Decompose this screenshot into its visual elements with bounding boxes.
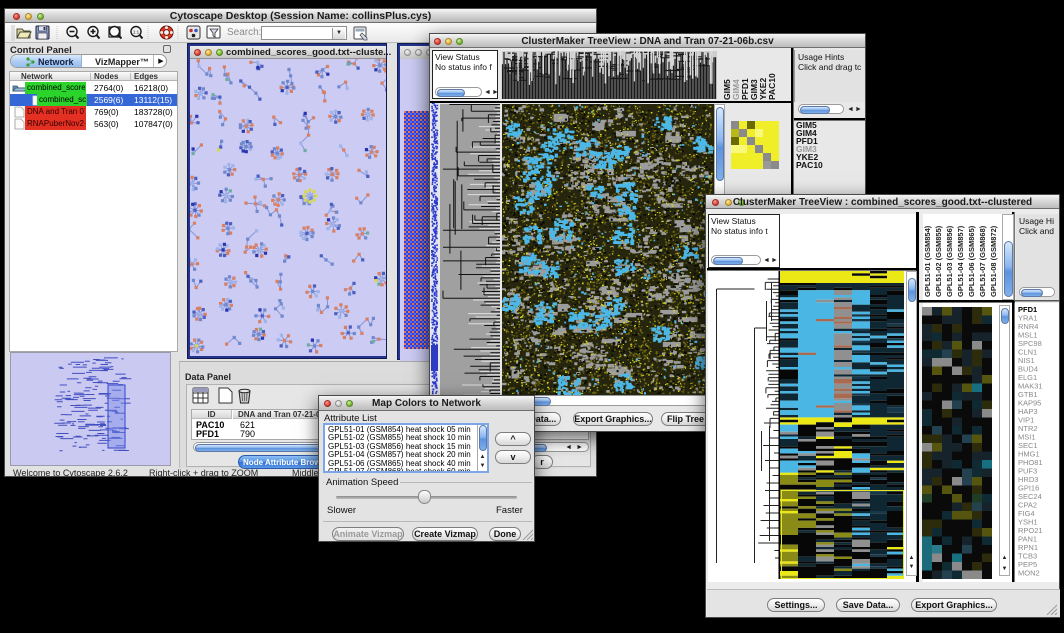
svg-text:PAC10: PAC10 [767,73,777,100]
svg-text:GPL51-03 (GSM856): GPL51-03 (GSM856) [945,225,954,297]
svg-text:GPL51-06 (GSM865): GPL51-06 (GSM865) [967,225,976,297]
svg-text:1:1: 1:1 [133,30,140,35]
svg-text:GPL51-01 (GSM854): GPL51-01 (GSM854) [923,225,932,297]
svg-text:GPL51-08 (GSM872): GPL51-08 (GSM872) [989,225,998,297]
svg-text:MON2: MON2 [1018,569,1040,578]
svg-text:PAC10: PAC10 [796,160,823,170]
svg-text:GPL51-02 (GSM855): GPL51-02 (GSM855) [934,225,943,297]
svg-text:GPL51-04 (GSM857): GPL51-04 (GSM857) [956,225,965,297]
svg-text:GPL51-07 (GSM868): GPL51-07 (GSM868) [978,225,987,297]
